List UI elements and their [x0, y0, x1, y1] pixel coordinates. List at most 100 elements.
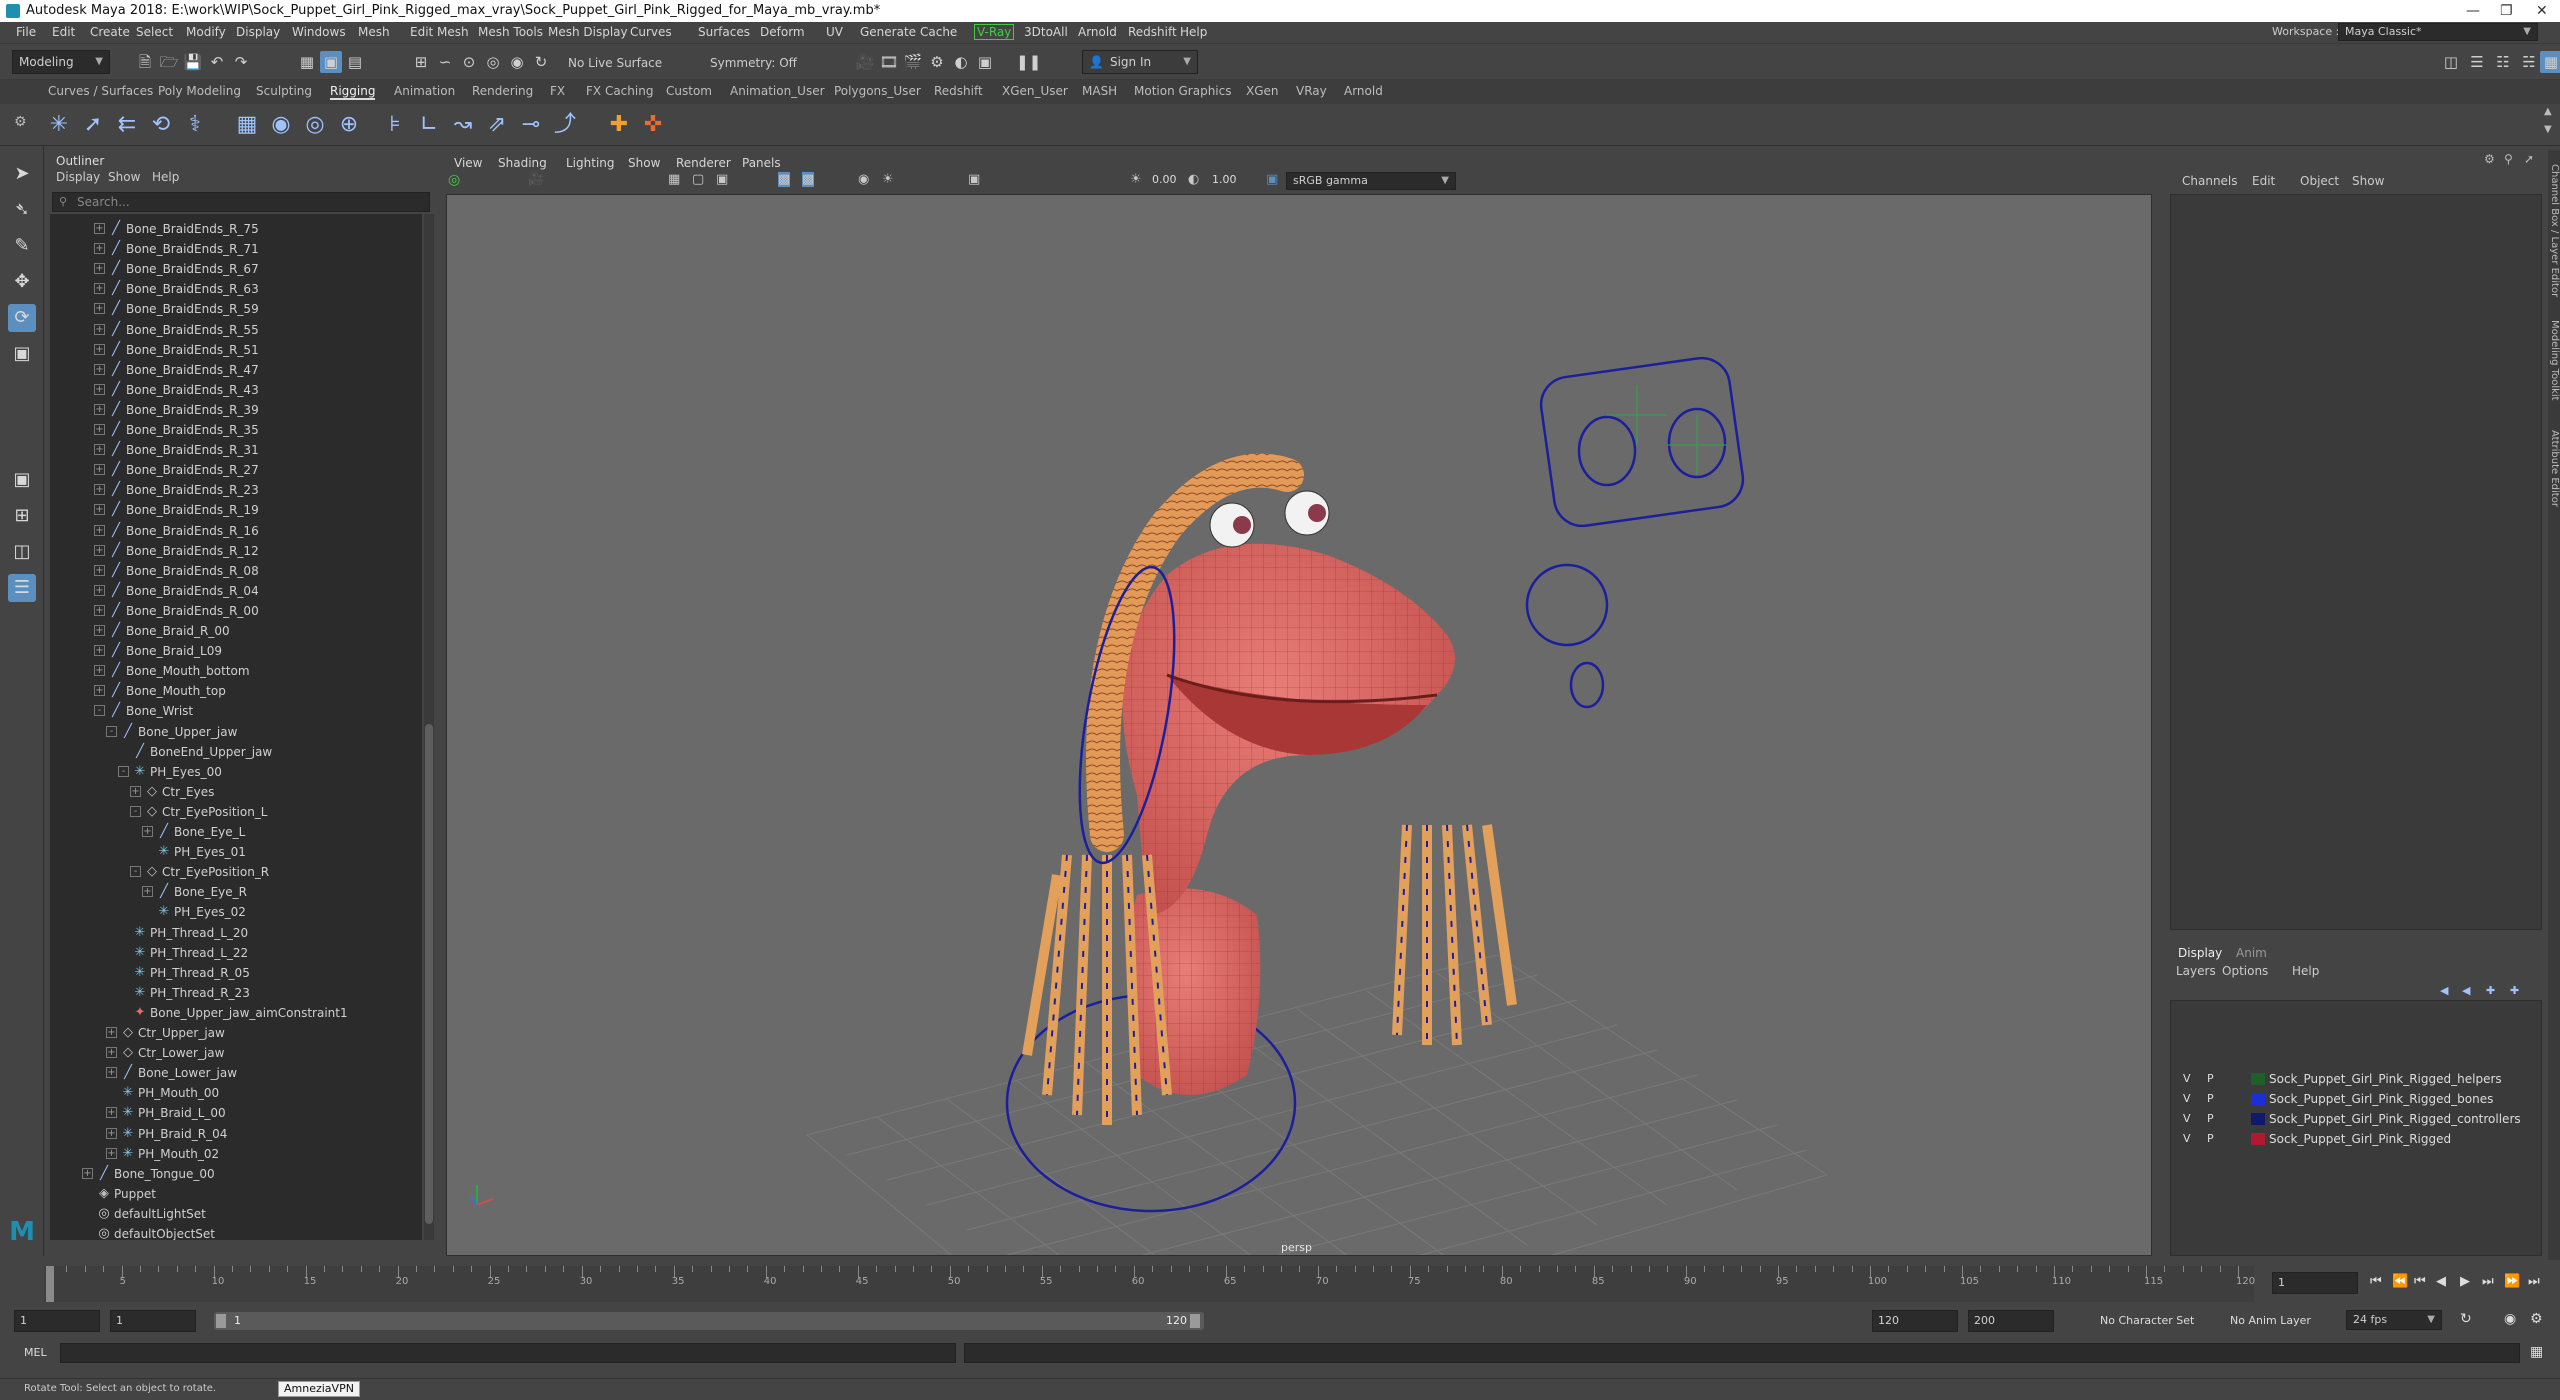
mel-label[interactable]: MEL [24, 1346, 47, 1359]
menu-edit-mesh[interactable]: Edit Mesh [410, 25, 469, 39]
layer-tab-display[interactable]: Display [2178, 946, 2222, 960]
shelf-tab-vray[interactable]: VRay [1296, 84, 1327, 98]
layer-row[interactable]: V P Sock_Puppet_Girl_Pink_Rigged_controlle… [2171, 1109, 2541, 1129]
outliner-row[interactable]: - ✳ PH_Eyes_00 [50, 762, 422, 782]
render-sequence-icon[interactable]: 🎞 [878, 51, 900, 73]
expand-icon[interactable]: + [94, 645, 105, 657]
ipr-render-icon[interactable]: 🎬 [902, 51, 924, 73]
outliner-row[interactable]: + ╱ Bone_BraidEnds_R_27 [50, 460, 422, 480]
snap-point-icon[interactable]: ⊙ [458, 51, 480, 73]
channel-area[interactable] [2170, 194, 2542, 930]
menu-mesh-display[interactable]: Mesh Display [548, 25, 628, 39]
viewport-menu-show[interactable]: Show [628, 156, 660, 170]
channel-menu-channels[interactable]: Channels [2182, 174, 2238, 188]
outliner-row[interactable]: + ╱ Bone_BraidEnds_R_04 [50, 581, 422, 601]
range-slider-end-handle[interactable] [1190, 1314, 1200, 1328]
outliner-row[interactable]: + ╱ Bone_Braid_L09 [50, 641, 422, 661]
outliner-menu-help[interactable]: Help [152, 170, 179, 184]
move-layer-up-icon[interactable]: ◀ [2440, 984, 2448, 997]
render-frame-icon[interactable]: 🎥 [854, 51, 876, 73]
outliner-row[interactable]: + ╱ Bone_BraidEnds_R_67 [50, 259, 422, 279]
new-layer-selected-icon[interactable]: ✚ [2486, 984, 2495, 997]
expand-icon[interactable]: + [106, 1027, 117, 1038]
expand-icon[interactable]: + [130, 785, 141, 797]
expand-icon[interactable]: + [94, 625, 105, 636]
layer-color-swatch[interactable] [2251, 1113, 2265, 1125]
outliner-row[interactable]: + ╱ Bone_Lower_jaw [50, 1063, 422, 1083]
mode-dropdown[interactable]: Modeling ▼ [12, 50, 110, 74]
color-space-dropdown[interactable]: sRGB gamma ▼ [1286, 172, 1456, 190]
expand-icon[interactable]: + [94, 263, 105, 275]
shelf-tab-fx[interactable]: FX [550, 84, 565, 98]
move-layer-down-icon[interactable]: ◀ [2462, 984, 2470, 997]
menu-3dtoall[interactable]: 3DtoAll [1024, 25, 1068, 39]
wireframe-on-shaded-icon[interactable]: ▩ [778, 172, 791, 187]
lasso-tool-icon[interactable]: ➴ [8, 196, 36, 224]
range-end-field[interactable]: 120 [1872, 1310, 1958, 1332]
expand-icon[interactable]: + [94, 243, 105, 255]
side-tab-channel-box-layer-editor[interactable]: Channel Box / Layer Editor [2548, 164, 2560, 297]
snap-view-icon[interactable]: ◎ [482, 51, 504, 73]
pole-vector-icon[interactable]: ⤴ [550, 110, 580, 140]
scale-tool-icon[interactable]: ▣ [8, 340, 36, 368]
select-camera-icon[interactable]: ◎ [448, 172, 460, 188]
expand-icon[interactable]: + [94, 464, 105, 476]
menu-mesh[interactable]: Mesh [358, 25, 390, 39]
menu-generate[interactable]: Generate [860, 25, 916, 39]
cluster-icon[interactable]: ✚ [604, 110, 634, 140]
scale-constraint-icon[interactable]: ⇗ [482, 110, 512, 140]
outliner-row[interactable]: ✳ PH_Thread_R_23 [50, 983, 422, 1003]
joint-tool-icon[interactable]: ✳ [44, 110, 74, 140]
viewport-menu-renderer[interactable]: Renderer [676, 156, 731, 170]
layer-menu-help[interactable]: Help [2292, 964, 2319, 978]
outliner-row[interactable]: + ◇ Ctr_Lower_jaw [50, 1043, 422, 1063]
collapse-icon[interactable]: - [130, 805, 141, 817]
menu-help[interactable]: Help [1180, 25, 1207, 39]
go-to-start-icon[interactable]: ⏮ [2370, 1274, 2382, 1289]
menu-edit[interactable]: Edit [52, 25, 75, 39]
shelf-settings-icon[interactable]: ⚙ [14, 114, 27, 130]
collapse-icon[interactable]: - [106, 725, 117, 737]
layer-visibility-toggle[interactable]: V [2183, 1129, 2191, 1149]
outliner-menu-display[interactable]: Display [56, 170, 100, 184]
outliner-row[interactable]: + ╱ Bone_BraidEnds_R_47 [50, 360, 422, 380]
step-back-key-icon[interactable]: ⏪ [2392, 1274, 2408, 1289]
live-surface-label[interactable]: No Live Surface [568, 56, 662, 70]
snap-surface-icon[interactable]: ◉ [506, 51, 528, 73]
outliner-row[interactable]: + ✳ PH_Mouth_02 [50, 1144, 422, 1164]
side-tab-modeling-toolkit[interactable]: Modeling Toolkit [2548, 320, 2560, 401]
outliner-row[interactable]: + ╱ Bone_BraidEnds_R_43 [50, 380, 422, 400]
expand-icon[interactable]: + [94, 283, 105, 295]
modeling-toolkit-icon[interactable]: ▦ [2540, 51, 2560, 73]
layer-visibility-toggle[interactable]: V [2183, 1109, 2191, 1129]
expand-icon[interactable]: + [106, 1067, 117, 1079]
shelf-tab-curves-surfaces[interactable]: Curves / Surfaces [48, 84, 153, 98]
layer-menu-options[interactable]: Options [2222, 964, 2268, 978]
layer-row[interactable]: V P Sock_Puppet_Girl_Pink_Rigged_bones [2171, 1089, 2541, 1109]
outliner-row[interactable]: + ╱ Bone_BraidEnds_R_75 [50, 219, 422, 239]
expand-icon[interactable]: + [94, 524, 105, 536]
orient-constraint-icon[interactable]: ↝ [448, 110, 478, 140]
select-component-icon[interactable]: ▤ [344, 51, 366, 73]
expand-icon[interactable]: + [94, 665, 105, 677]
menu-file[interactable]: File [16, 25, 36, 39]
detach-skin-icon[interactable]: ⊕ [334, 110, 364, 140]
orient-joint-icon[interactable]: ⟲ [146, 110, 176, 140]
layer-row[interactable]: V P Sock_Puppet_Girl_Pink_Rigged_helpers [2171, 1069, 2541, 1089]
menu-deform[interactable]: Deform [760, 25, 805, 39]
shelf-tab-animation[interactable]: Animation [394, 84, 455, 98]
outliner-row[interactable]: + ╱ Bone_BraidEnds_R_08 [50, 561, 422, 581]
expand-icon[interactable]: + [142, 826, 153, 837]
outliner-row[interactable]: ✳ PH_Thread_R_05 [50, 963, 422, 983]
step-forward-frame-icon[interactable]: ⏭ [2482, 1274, 2494, 1289]
gamma-field[interactable]: 1.00 [1212, 173, 1237, 186]
script-editor-icon[interactable]: ▦ [2530, 1344, 2543, 1360]
channel-box-icon[interactable]: ⚙ [2484, 152, 2495, 166]
end-time-field[interactable]: 200 [1968, 1310, 2054, 1332]
collapse-icon[interactable]: - [94, 705, 105, 717]
collapse-icon[interactable]: - [118, 765, 129, 777]
select-object-icon[interactable]: ▣ [320, 51, 342, 73]
rotate-tool-icon[interactable]: ⟳ [8, 304, 36, 332]
workspace-dropdown[interactable]: Maya Classic* ▼ [2338, 23, 2538, 41]
outliner-row[interactable]: + ╱ Bone_Eye_L [50, 822, 422, 842]
